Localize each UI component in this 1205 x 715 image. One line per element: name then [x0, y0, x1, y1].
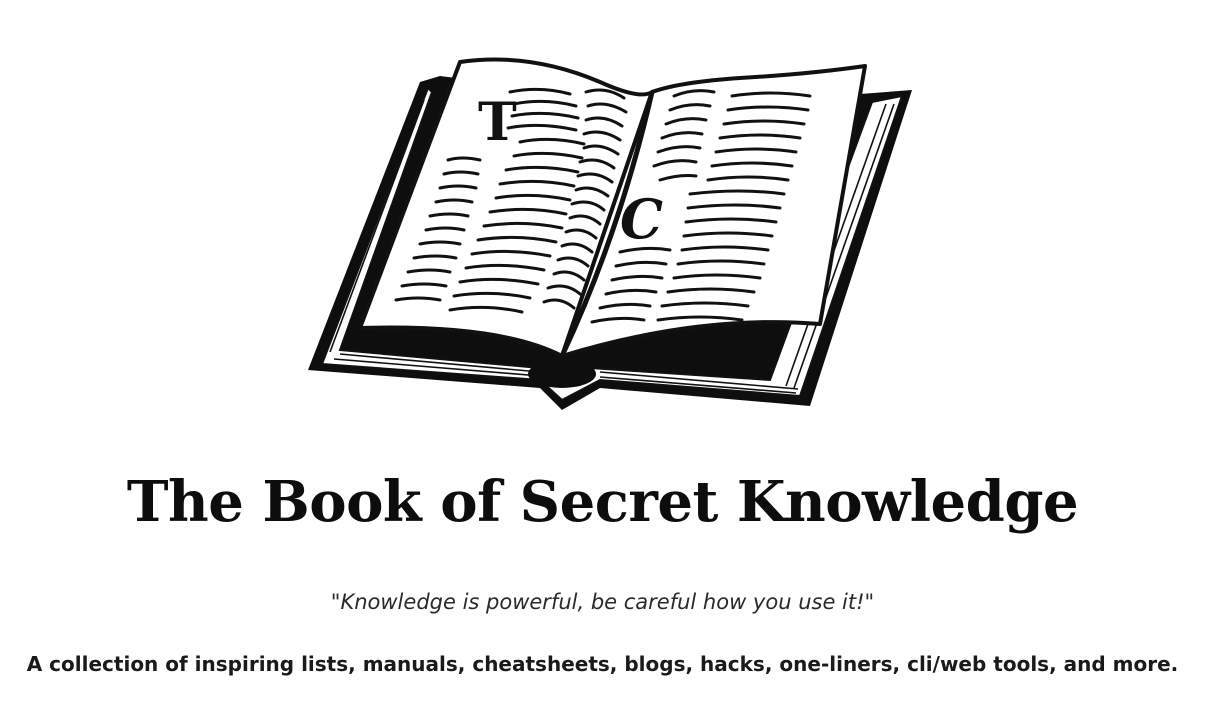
- tagline-quote: "Knowledge is powerful, be careful how y…: [330, 590, 875, 614]
- left-initial: T: [478, 92, 517, 153]
- svg-text:C: C: [620, 187, 663, 251]
- page-title: The Book of Secret Knowledge: [126, 469, 1079, 535]
- readme-header: T C The Book of Secret Knowledge "Knowle…: [0, 0, 1205, 715]
- right-initial: C: [620, 187, 663, 251]
- project-description: A collection of inspiring lists, manuals…: [26, 652, 1179, 676]
- open-book-icon: T C: [300, 52, 915, 414]
- svg-text:T: T: [478, 92, 517, 153]
